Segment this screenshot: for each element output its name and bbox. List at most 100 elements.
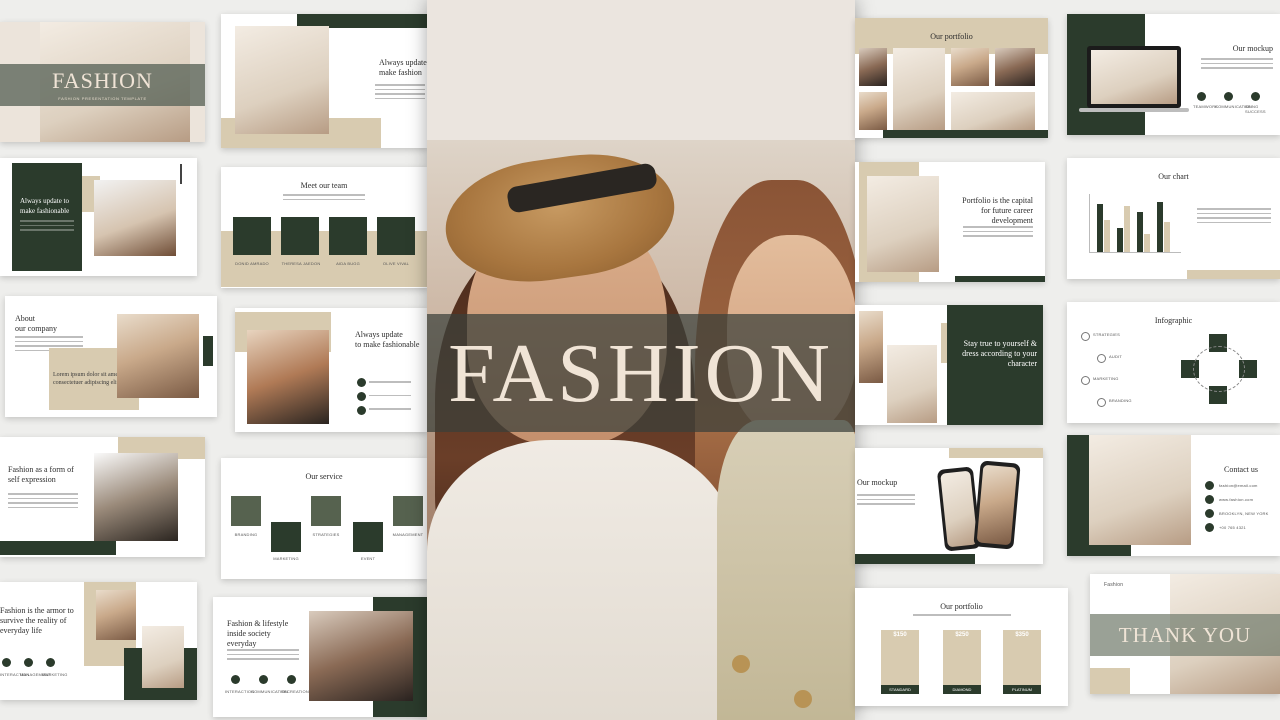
- contact-photo: [1089, 435, 1191, 545]
- phone-screen-2: [976, 464, 1018, 546]
- slide-thumb-always-update-c[interactable]: Always update to make fashionable: [235, 308, 427, 432]
- member-1-name: DONID AMRADO: [235, 261, 269, 266]
- audit-bullet: [1097, 354, 1106, 363]
- mockup-phone-body: [857, 494, 915, 505]
- hero-title: FASHION: [448, 326, 834, 420]
- portfolio-photo-3: [951, 48, 989, 86]
- portfolio-photo-6: [951, 92, 1035, 130]
- slide-thumb-mockup-phone[interactable]: Our mockup: [855, 448, 1043, 564]
- member-4-photo: [377, 217, 415, 255]
- surprised-woman-photo: [94, 180, 176, 256]
- always-update-c-heading: Always update to make fashionable: [355, 330, 420, 349]
- slide-thumb-stay-true[interactable]: Stay true to yourself & dress according …: [855, 305, 1043, 425]
- plan-name-platinum: PLATINUM: [1003, 685, 1041, 694]
- slide-thumb-expression[interactable]: Fashion as a form of self expression: [0, 437, 205, 557]
- mockup-icon-label-3: BEING SUCCESS: [1245, 104, 1266, 114]
- chart-bar-3b: [1144, 234, 1150, 252]
- plan-card-platinum[interactable]: $350 PLATINUM: [1003, 630, 1041, 694]
- about-heading: About our company: [15, 314, 57, 333]
- slide-thumb-thank-you[interactable]: Fashion THANK YOU: [1090, 574, 1280, 694]
- portfolio-photo-4: [995, 48, 1035, 86]
- success-icon: [1251, 92, 1260, 101]
- plan-name-diamond: DIAMOND: [943, 685, 981, 694]
- plan-price-platinum: $350: [1015, 632, 1029, 638]
- communication-icon: [259, 675, 268, 684]
- beige-coat: [717, 420, 855, 720]
- slide-thumb-plans[interactable]: Our portfolio $150 STANDARD $250 DIAMOND…: [855, 588, 1068, 706]
- about-green-bar: [203, 336, 213, 366]
- armor-photo-1: [96, 590, 136, 640]
- chart-bar-4a: [1157, 202, 1163, 252]
- phone-green-bottom: [855, 554, 975, 564]
- portfolio-photo-1: [859, 48, 887, 86]
- plan-name-standard: STANDARD: [881, 685, 919, 694]
- contact-phone: +00 765 4321: [1219, 525, 1246, 530]
- chart-beige-corner: [1187, 270, 1280, 279]
- service-label-2: MARKETING: [273, 556, 299, 561]
- marketing-bullet: [1081, 376, 1090, 385]
- infographic-title: Infographic: [1154, 316, 1193, 325]
- service-label-4: EVENT: [360, 556, 376, 561]
- communication-icon: [1224, 92, 1233, 101]
- chart-bar-3a: [1137, 212, 1143, 252]
- slide-thumb-lifestyle[interactable]: Fashion & lifestyle inside society every…: [213, 597, 427, 717]
- phone-icon: [1205, 523, 1214, 532]
- service-label-5: MANAGEMENT: [392, 532, 424, 537]
- white-sweater: [427, 440, 737, 720]
- lifestyle-photo: [309, 611, 413, 701]
- slide-thumb-always-update-b[interactable]: Always update make fashion: [221, 14, 427, 148]
- slide-thumb-infographic[interactable]: Infographic STRATEGIES AUDIT MARKETING B…: [1067, 302, 1280, 423]
- lifestyle-icon-label-3: RECREATION: [281, 689, 309, 694]
- chart-title: Our chart: [1158, 172, 1189, 181]
- contact-email[interactable]: fashion@email.com: [1219, 483, 1258, 488]
- template-preview-collage: FASHION FASHION PRESENTATION TEMPLATE Al…: [0, 0, 1280, 720]
- slide-thumb-portfolio-capital[interactable]: Portfolio is the capital for future care…: [855, 162, 1045, 282]
- contact-web[interactable]: www.fashion.com: [1219, 497, 1253, 502]
- green-panel: [12, 163, 82, 271]
- lifestyle-body: [227, 649, 299, 660]
- arch-photo: [247, 330, 329, 424]
- phone-mockup-2: [973, 460, 1021, 550]
- branding-bullet: [1097, 398, 1106, 407]
- portfolio-photo-5: [859, 92, 887, 130]
- plan-card-diamond[interactable]: $250 DIAMOND: [943, 630, 981, 694]
- slide-thumb-contact[interactable]: Contact us fashion@email.com www.fashion…: [1067, 435, 1280, 556]
- accent-line: [180, 164, 182, 184]
- slide-thumb-always-update[interactable]: Always update to make fashionable: [0, 158, 197, 276]
- lifestyle-icon-label-1: INTERACTION: [225, 689, 255, 694]
- armor-photo-2: [142, 626, 184, 688]
- stay-photo-2: [887, 345, 937, 423]
- info-label-2: AUDIT: [1109, 354, 1122, 359]
- info-label-3: MARKETING: [1093, 376, 1119, 381]
- portfolio-photo-2: [893, 48, 945, 130]
- slide-thumb-mockup-laptop[interactable]: Our mockup TEAMWORK COMMUNICATION BEING …: [1067, 14, 1280, 135]
- strategies-icon: [311, 496, 341, 526]
- lifestyle-heading: Fashion & lifestyle inside society every…: [227, 619, 289, 648]
- member-1-photo: [233, 217, 271, 255]
- slide-thumb-armor[interactable]: Fashion is the armor to survive the real…: [0, 582, 197, 700]
- portfolio-title: Our portfolio: [930, 32, 973, 41]
- chart-bar-1a: [1097, 204, 1103, 252]
- slide-thumb-team[interactable]: Meet our team DONID AMRADO THERESA JAEDO…: [221, 167, 427, 288]
- info-label-4: BRANDING: [1109, 398, 1132, 403]
- chart-description: [1197, 208, 1271, 223]
- team-title: Meet our team: [300, 181, 348, 190]
- slide-thumb-chart[interactable]: Our chart: [1067, 158, 1280, 279]
- cover-title: FASHION: [52, 68, 153, 93]
- marketing-icon: [46, 658, 55, 667]
- chart-bar-2a: [1117, 228, 1123, 252]
- slide-thumb-portfolio[interactable]: Our portfolio: [855, 18, 1048, 138]
- capital-heading: Portfolio is the capital for future care…: [962, 196, 1033, 225]
- plan-price-diamond: $250: [955, 632, 969, 638]
- service-label-1: BRANDING: [234, 532, 258, 537]
- plan-card-standard[interactable]: $150 STANDARD: [881, 630, 919, 694]
- thank-you-title: THANK YOU: [1118, 622, 1252, 647]
- plant-photo: [235, 26, 329, 134]
- slide-thumb-service[interactable]: Our service BRANDING MARKETING STRATEGIE…: [221, 458, 427, 579]
- slide-thumb-about[interactable]: About our company Lorem ipsum dolor sit …: [5, 296, 217, 417]
- chart-bar-2b: [1124, 206, 1130, 252]
- hero-cover[interactable]: FASHION: [427, 0, 855, 720]
- slide-thumb-cover[interactable]: FASHION FASHION PRESENTATION TEMPLATE: [0, 22, 205, 142]
- laptop-mockup: [1087, 46, 1181, 108]
- about-photo: [117, 314, 199, 398]
